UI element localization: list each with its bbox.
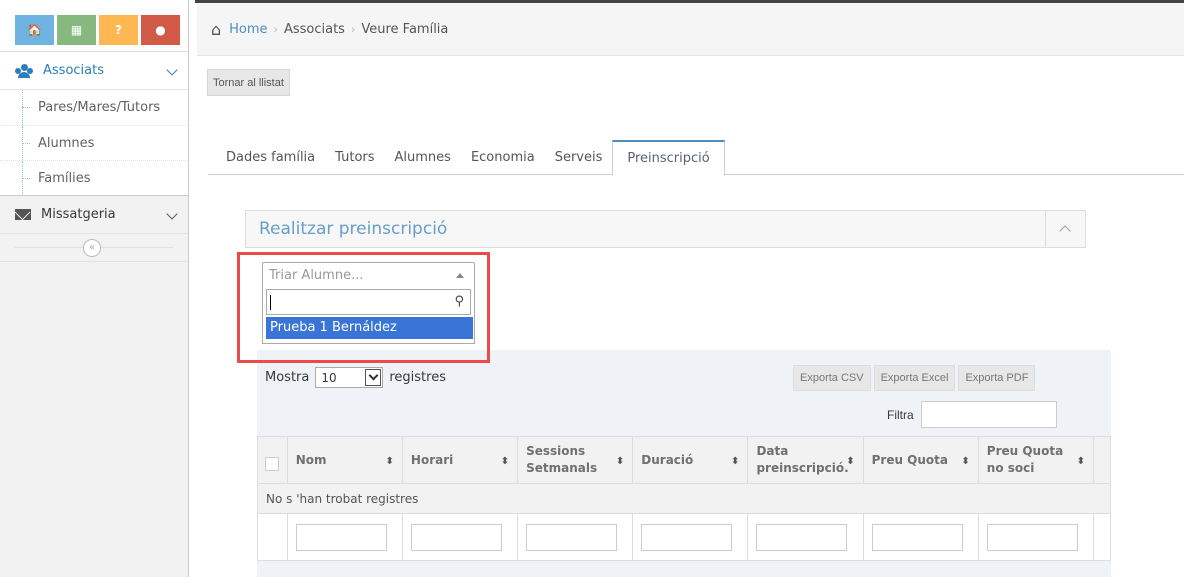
column-header-nom[interactable]: Nom ⬍	[286, 436, 403, 484]
chevron-up-icon	[1059, 225, 1071, 237]
sort-icon: ⬍	[846, 456, 855, 467]
chevron-down-icon	[166, 208, 178, 220]
sidebar-submenu: Pares/Mares/Tutors Alumnes Famílies	[0, 90, 188, 196]
calendar-icon: ▦	[70, 23, 83, 37]
sidebar-item-label: Missatgeria	[41, 207, 116, 222]
filter-data-input[interactable]	[756, 523, 848, 551]
export-excel-button[interactable]: Exporta Excel	[873, 365, 956, 391]
page-length-control: Mostra 10 registres	[265, 367, 446, 388]
empty-message: No s 'han trobat registres	[257, 483, 1111, 514]
select-all-header	[257, 436, 288, 484]
breadcrumb-separator: ›	[273, 22, 278, 36]
column-header-duracio[interactable]: Duració ⬍	[632, 436, 749, 484]
sort-icon: ⬍	[961, 456, 970, 467]
filter-input[interactable]	[920, 401, 1057, 428]
home-icon: 🏠	[27, 23, 42, 37]
tab-tutors[interactable]: Tutors	[325, 140, 384, 175]
text-cursor	[270, 295, 271, 310]
tab-dades-familia[interactable]: Dades família	[208, 140, 325, 175]
student-select-highlight: Triar Alumne... ⚲ Prueba 1 Bernáldez	[237, 252, 490, 363]
sidebar-collapse-bar: «	[0, 234, 188, 262]
breadcrumb-separator: ›	[350, 22, 356, 36]
breadcrumb-home-link[interactable]: Home	[229, 22, 267, 37]
filter-duracio-input[interactable]	[641, 523, 733, 551]
sort-icon: ⬍	[385, 456, 394, 467]
tab-economia[interactable]: Economia	[461, 140, 545, 175]
student-select[interactable]: Triar Alumne...	[262, 262, 475, 290]
empty-row: No s 'han trobat registres	[257, 483, 1111, 514]
select-all-checkbox[interactable]	[265, 457, 280, 471]
sidebar-shortcuts: 🏠 ▦ ? ●	[0, 0, 188, 52]
column-header-preu-quota[interactable]: Preu Quota ⬍	[862, 436, 979, 484]
sort-icon: ⬍	[731, 456, 740, 467]
envelope-icon	[15, 209, 31, 220]
filter-preu-quota-input[interactable]	[871, 523, 963, 551]
home-icon: ⌂	[211, 19, 222, 39]
student-select-placeholder: Triar Alumne...	[269, 268, 364, 283]
widget-title: Realitzar preinscripció	[259, 219, 448, 239]
search-icon: ⚲	[454, 294, 464, 309]
sidebar-item-associats[interactable]: Associats	[0, 52, 188, 90]
breadcrumb-current: Veure Família	[361, 21, 449, 37]
column-header-sessions[interactable]: Sessions Setmanals ⬍	[517, 436, 634, 484]
back-to-list-button[interactable]: Tornar al llistat	[207, 69, 290, 96]
column-filter-row	[257, 513, 1112, 561]
sort-icon: ⬍	[1076, 456, 1085, 467]
column-header-horari[interactable]: Horari ⬍	[401, 436, 519, 484]
sidebar-item-label: Associats	[43, 63, 104, 78]
widget-collapse-button[interactable]	[1045, 211, 1085, 247]
export-buttons: Exporta CSV Exporta Excel Exporta PDF	[793, 365, 1036, 391]
page-length-value: 10	[321, 370, 337, 385]
page-length-select[interactable]: 10	[315, 367, 384, 388]
messages-shortcut-button[interactable]: ●	[141, 15, 180, 45]
question-icon: ?	[115, 23, 122, 37]
export-pdf-button[interactable]: Exporta PDF	[958, 365, 1036, 391]
caret-up-icon	[456, 273, 464, 278]
sidebar-item-families[interactable]: Famílies	[0, 160, 188, 195]
users-icon	[15, 63, 33, 78]
home-shortcut-button[interactable]: 🏠	[15, 15, 54, 45]
preinscription-widget-header: Realitzar preinscripció	[245, 210, 1086, 248]
student-search-input[interactable]: ⚲	[266, 289, 471, 315]
filter-preu-no-soci-input[interactable]	[986, 523, 1078, 551]
sidebar-item-pares[interactable]: Pares/Mares/Tutors	[0, 90, 188, 125]
help-shortcut-button[interactable]: ?	[99, 15, 138, 45]
tab-serveis[interactable]: Serveis	[545, 140, 613, 175]
comments-icon: ●	[155, 23, 166, 37]
sidebar-collapse-button[interactable]: «	[83, 239, 101, 257]
breadcrumb: ⌂ Home › Associats › Veure Família	[197, 3, 1184, 56]
filter-label: Filtra	[887, 407, 914, 422]
preinscriptions-table: Nom ⬍ Horari ⬍ Sessions Setmanals ⬍ Duració…	[257, 436, 1112, 561]
sidebar: 🏠 ▦ ? ● Associats Pares/Mares/Tutors Alu…	[0, 0, 189, 577]
sidebar-item-missatgeria[interactable]: Missatgeria	[0, 196, 188, 234]
breadcrumb-associats-link[interactable]: Associats	[284, 22, 345, 37]
filter-horari-input[interactable]	[410, 523, 502, 551]
sort-icon: ⬍	[500, 456, 510, 467]
table-container: Mostra 10 registres Exporta CSV Exporta …	[257, 350, 1112, 577]
calendar-shortcut-button[interactable]: ▦	[57, 15, 96, 45]
chevron-down-icon	[166, 64, 178, 76]
column-header-preu-no-soci[interactable]: Preu Quota no soci ⬍	[977, 436, 1094, 484]
column-header-data[interactable]: Data preinscripció. ⬍	[747, 436, 864, 484]
length-label: Mostra	[265, 370, 310, 385]
chevron-down-icon	[365, 369, 382, 386]
sidebar-item-alumnes[interactable]: Alumnes	[0, 125, 188, 160]
export-csv-button[interactable]: Exporta CSV	[793, 365, 871, 391]
filter-sessions-input[interactable]	[526, 523, 618, 551]
sort-icon: ⬍	[615, 456, 625, 467]
student-option[interactable]: Prueba 1 Bernáldez	[266, 317, 473, 339]
filter-nom-input[interactable]	[295, 523, 387, 551]
table-filter: Filtra	[887, 401, 1057, 428]
length-label-suffix: registres	[389, 370, 446, 385]
tab-bar: Dades família Tutors Alumnes Economia Se…	[208, 140, 1184, 176]
tab-alumnes[interactable]: Alumnes	[385, 140, 461, 175]
tab-preinscripcio[interactable]: Preinscripció	[612, 140, 725, 176]
student-dropdown: ⚲ Prueba 1 Bernáldez	[262, 289, 475, 344]
